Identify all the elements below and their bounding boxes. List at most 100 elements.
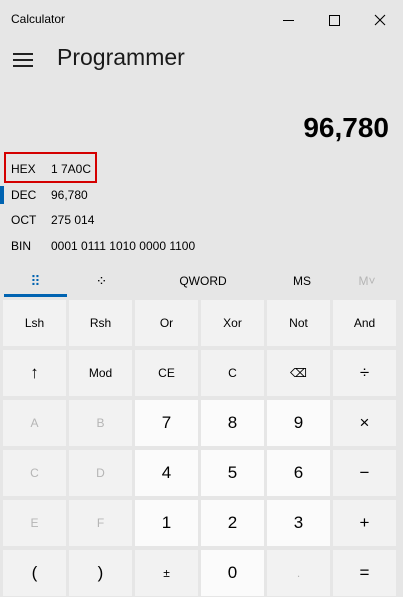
key-label: 9 bbox=[293, 413, 304, 432]
key-subtract[interactable]: − bbox=[333, 450, 396, 496]
app-title: Calculator bbox=[11, 12, 66, 26]
close-button[interactable] bbox=[357, 6, 403, 34]
backspace-icon: ⌫ bbox=[290, 366, 307, 380]
key-label: Lsh bbox=[24, 316, 45, 330]
key-label: Xor bbox=[223, 316, 242, 330]
key-and[interactable]: And bbox=[333, 300, 396, 346]
radix-label: DEC bbox=[11, 188, 37, 202]
key-hex-e[interactable]: E bbox=[3, 500, 66, 546]
key-label: . bbox=[296, 566, 301, 580]
key-label: 8 bbox=[227, 413, 238, 432]
key-label: B bbox=[96, 416, 105, 430]
key-mod[interactable]: Mod bbox=[69, 350, 132, 396]
key-1[interactable]: 1 bbox=[135, 500, 198, 546]
key-label: A bbox=[30, 416, 39, 430]
bit-toggle-tab[interactable]: ⁘ bbox=[70, 266, 133, 296]
key-xor[interactable]: Xor bbox=[201, 300, 264, 346]
key-label: F bbox=[96, 516, 105, 530]
key-4[interactable]: 4 bbox=[135, 450, 198, 496]
memory-store-button[interactable]: MS bbox=[280, 266, 324, 296]
key-not[interactable]: Not bbox=[267, 300, 330, 346]
hex-highlight-box bbox=[4, 152, 97, 183]
key-label: Not bbox=[289, 316, 308, 330]
key-add[interactable]: + bbox=[333, 500, 396, 546]
radix-value: 0001 0111 1010 0000 1100 bbox=[51, 239, 196, 253]
key-hex-b[interactable]: B bbox=[69, 400, 132, 446]
key-label: 1 bbox=[161, 513, 172, 532]
key-5[interactable]: 5 bbox=[201, 450, 264, 496]
radix-bin[interactable]: BIN 0001 0111 1010 0000 1100 bbox=[0, 233, 403, 259]
key-label: 3 bbox=[293, 513, 304, 532]
hamburger-icon bbox=[13, 53, 33, 55]
word-size-button[interactable]: QWORD bbox=[163, 266, 243, 296]
radix-dec[interactable]: DEC 96,780 bbox=[0, 182, 403, 208]
key-label: C bbox=[30, 466, 39, 480]
key-close-paren[interactable]: ) bbox=[69, 550, 132, 596]
hamburger-icon-line bbox=[13, 65, 33, 67]
mode-title: Programmer bbox=[57, 44, 185, 70]
key-label: Or bbox=[159, 316, 174, 330]
key-clear-entry[interactable]: CE bbox=[135, 350, 198, 396]
active-tab-underline bbox=[4, 294, 67, 297]
menu-button[interactable] bbox=[6, 46, 40, 74]
key-shift[interactable]: ↑ bbox=[3, 350, 66, 396]
radix-oct[interactable]: OCT 275 014 bbox=[0, 207, 403, 233]
key-label: 5 bbox=[227, 463, 238, 482]
key-label: Rsh bbox=[89, 316, 112, 330]
radix-label: BIN bbox=[11, 239, 32, 253]
key-hex-c[interactable]: C bbox=[3, 450, 66, 496]
key-backspace[interactable]: ⌫ bbox=[267, 350, 330, 396]
key-rsh[interactable]: Rsh bbox=[69, 300, 132, 346]
minimize-button[interactable] bbox=[265, 6, 311, 34]
key-multiply[interactable]: × bbox=[333, 400, 396, 446]
title-bar: Calculator bbox=[0, 0, 403, 38]
keypad-tab[interactable]: ⠿ bbox=[4, 266, 67, 296]
multiply-icon: × bbox=[359, 413, 370, 432]
key-divide[interactable]: ÷ bbox=[333, 350, 396, 396]
key-6[interactable]: 6 bbox=[267, 450, 330, 496]
equals-icon: = bbox=[359, 563, 370, 582]
key-label: Mod bbox=[88, 366, 113, 380]
memory-list-button[interactable]: M˅ bbox=[345, 266, 389, 296]
radix-value: 275 014 bbox=[51, 213, 95, 227]
key-clear[interactable]: C bbox=[201, 350, 264, 396]
key-9[interactable]: 9 bbox=[267, 400, 330, 446]
key-label: ( bbox=[31, 563, 38, 582]
key-hex-f[interactable]: F bbox=[69, 500, 132, 546]
memory-store-label: MS bbox=[293, 274, 311, 288]
radix-selected-indicator bbox=[0, 186, 4, 204]
bit-toggle-icon: ⁘ bbox=[95, 272, 108, 289]
keypad-grid-icon: ⠿ bbox=[30, 272, 41, 289]
plus-minus-icon: ± bbox=[163, 566, 170, 580]
key-7[interactable]: 7 bbox=[135, 400, 198, 446]
word-size-label: QWORD bbox=[179, 274, 227, 288]
key-decimal[interactable]: . bbox=[267, 550, 330, 596]
key-0[interactable]: 0 bbox=[201, 550, 264, 596]
minus-icon: − bbox=[359, 463, 370, 482]
key-label: CE bbox=[158, 366, 175, 380]
key-negate[interactable]: ± bbox=[135, 550, 198, 596]
key-label: ) bbox=[97, 563, 104, 582]
key-lsh[interactable]: Lsh bbox=[3, 300, 66, 346]
key-label: 4 bbox=[161, 463, 172, 482]
up-arrow-icon: ↑ bbox=[30, 363, 39, 382]
display-value: 96,780 bbox=[303, 112, 389, 143]
key-8[interactable]: 8 bbox=[201, 400, 264, 446]
maximize-button[interactable] bbox=[311, 6, 357, 34]
key-or[interactable]: Or bbox=[135, 300, 198, 346]
minimize-icon bbox=[282, 19, 294, 21]
key-label: D bbox=[96, 466, 105, 480]
key-label: E bbox=[30, 516, 39, 530]
key-open-paren[interactable]: ( bbox=[3, 550, 66, 596]
key-label: 0 bbox=[227, 563, 238, 582]
key-equals[interactable]: = bbox=[333, 550, 396, 596]
plus-icon: + bbox=[359, 513, 370, 532]
key-hex-d[interactable]: D bbox=[69, 450, 132, 496]
maximize-icon bbox=[328, 14, 340, 26]
key-3[interactable]: 3 bbox=[267, 500, 330, 546]
key-label: 6 bbox=[293, 463, 304, 482]
key-2[interactable]: 2 bbox=[201, 500, 264, 546]
close-icon bbox=[374, 14, 386, 26]
key-hex-a[interactable]: A bbox=[3, 400, 66, 446]
key-label: C bbox=[228, 366, 237, 380]
